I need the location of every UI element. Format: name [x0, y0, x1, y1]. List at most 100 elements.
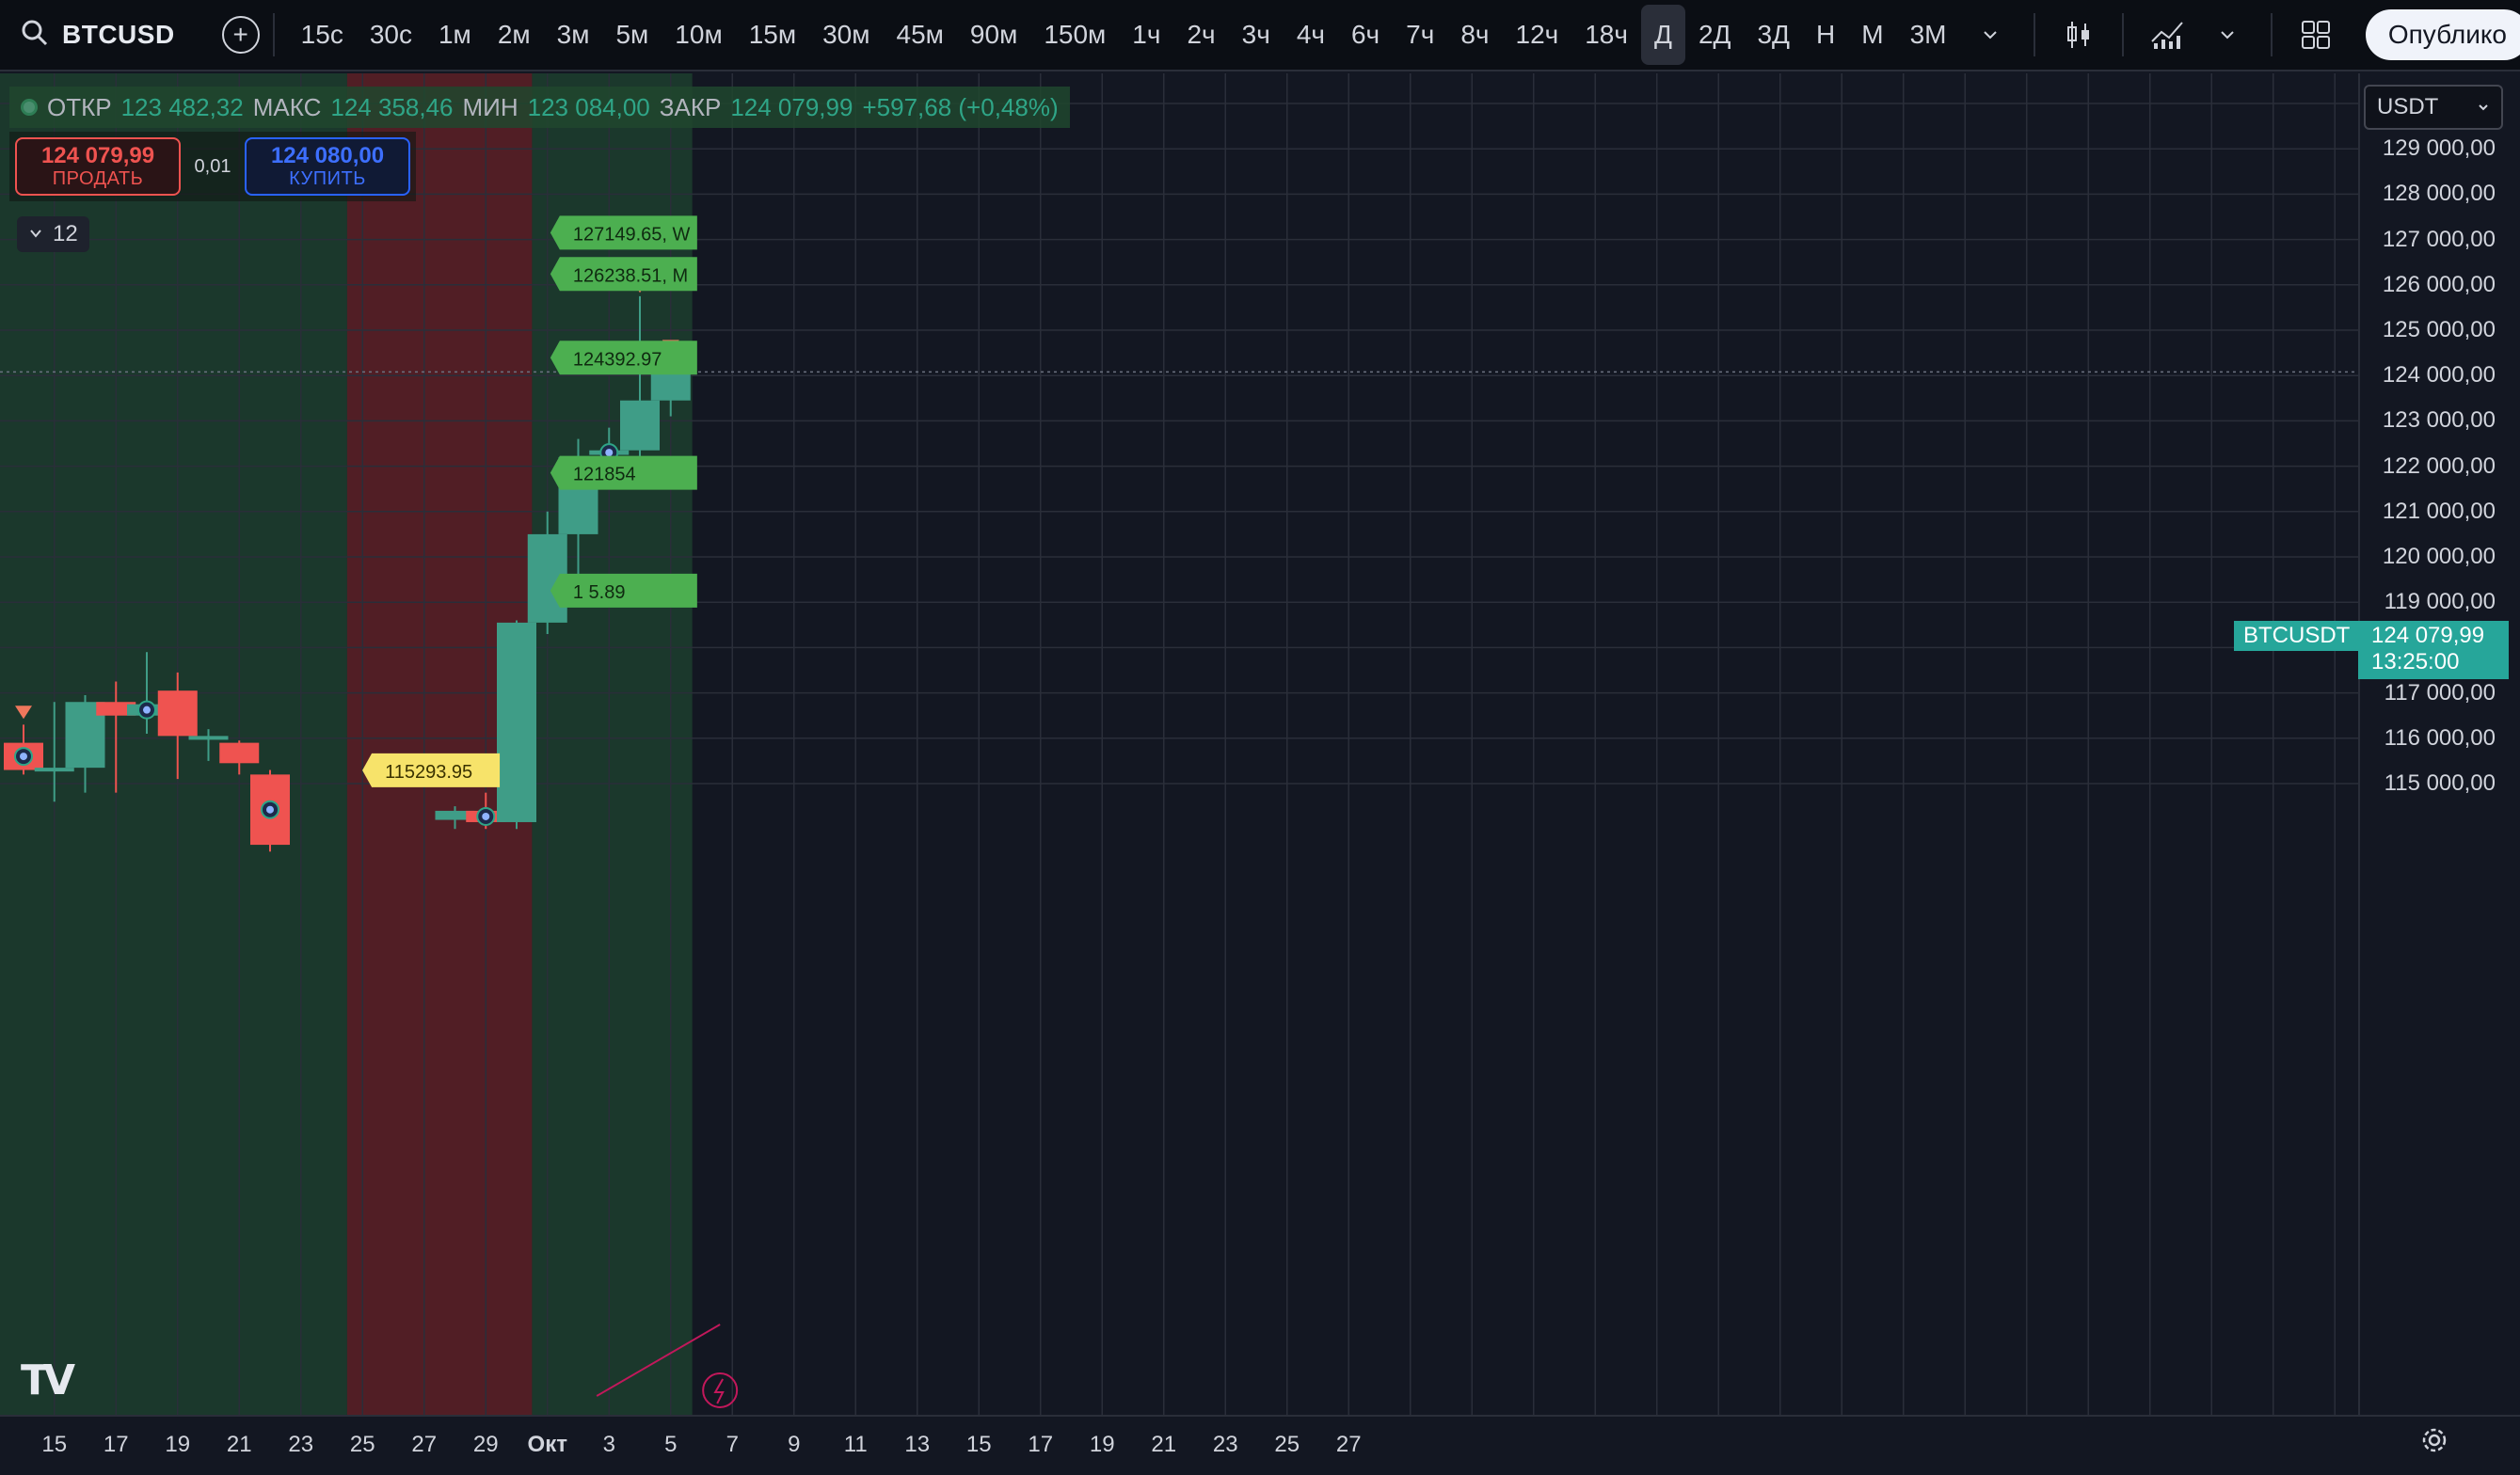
high-label: МАКС — [252, 92, 322, 121]
interval-17[interactable]: 7ч — [1393, 5, 1447, 65]
interval-1[interactable]: 30с — [357, 5, 425, 65]
indicators-icon[interactable] — [2146, 14, 2188, 56]
currency-value: USDT — [2377, 94, 2439, 119]
chevron-down-icon[interactable] — [2207, 14, 2248, 56]
market-status-icon — [21, 99, 38, 116]
interval-5[interactable]: 5м — [602, 5, 662, 65]
price-level-label: 1 5.89 — [550, 573, 697, 608]
toolbar-divider — [272, 13, 275, 56]
interval-20[interactable]: 18ч — [1571, 5, 1641, 65]
candle-body — [497, 622, 536, 822]
time-tick-label: 23 — [1212, 1432, 1238, 1457]
interval-8[interactable]: 30м — [809, 5, 883, 65]
close-value: 124 079,99 — [730, 92, 853, 121]
ohlc-legend: ОТКР 123 482,32 МАКС 124 358,46 МИН 123 … — [9, 87, 1070, 128]
interval-0[interactable]: 15с — [288, 5, 357, 65]
currency-select[interactable]: USDT — [2364, 85, 2503, 130]
buy-price: 124 080,00 — [270, 143, 385, 168]
time-tick-label: 17 — [103, 1432, 129, 1457]
trade-panel: 124 079,99 ПРОДАТЬ 0,01 124 080,00 КУПИТ… — [9, 132, 416, 201]
interval-22[interactable]: 2Д — [1685, 5, 1745, 65]
interval-15[interactable]: 4ч — [1284, 5, 1338, 65]
candle-body — [157, 690, 198, 737]
candle-body — [620, 400, 660, 451]
candle-body — [188, 736, 229, 740]
tradingview-logo[interactable]: TV — [21, 1356, 75, 1404]
interval-26[interactable]: 3М — [1897, 5, 1960, 65]
compare-add-icon[interactable]: + — [221, 16, 260, 54]
time-tick-label: 19 — [165, 1432, 191, 1457]
interval-3[interactable]: 2м — [485, 5, 544, 65]
price-tick-label: 126 000,00 — [2382, 271, 2496, 297]
indicators-count: 12 — [53, 221, 78, 246]
interval-21[interactable]: Д — [1640, 5, 1685, 65]
high-value: 124 358,46 — [330, 92, 454, 121]
interval-19[interactable]: 12ч — [1503, 5, 1572, 65]
price-tick-label: 121 000,00 — [2382, 498, 2496, 524]
event-marker-dot — [605, 449, 614, 457]
search-icon — [21, 19, 49, 52]
indicators-toggle[interactable]: 12 — [17, 216, 89, 252]
lightning-bolt — [713, 1378, 725, 1404]
candle-body — [34, 768, 74, 772]
time-tick-label: 7 — [726, 1432, 739, 1457]
open-label: ОТКР — [47, 92, 112, 121]
interval-13[interactable]: 2ч — [1173, 5, 1228, 65]
layout-grid-icon[interactable] — [2295, 14, 2337, 56]
candle-body — [650, 371, 691, 401]
last-price-symbol-tag: BTCUSDT — [2234, 621, 2360, 651]
time-tick-label: 9 — [788, 1432, 801, 1457]
interval-24[interactable]: Н — [1803, 5, 1848, 65]
low-label: МИН — [462, 92, 518, 121]
price-chart[interactable]: 127149.65, W 126238.51, M 124392.97 121854 1… — [0, 73, 2358, 1415]
time-tick-label: 29 — [472, 1432, 499, 1457]
change-value: +597,68 (+0,48%) — [862, 92, 1059, 121]
interval-14[interactable]: 3ч — [1229, 5, 1284, 65]
interval-11[interactable]: 150м — [1030, 5, 1119, 65]
event-marker-dot — [20, 753, 27, 761]
time-scale[interactable]: 15 17 19 21 23 25 27 29 Окт 3 5 7 9 11 13 15 17 19 21 23 25 2… — [0, 1415, 2520, 1475]
bar-countdown: 13:25:00 — [2371, 649, 2460, 674]
event-marker-dot — [143, 706, 151, 714]
time-tick-label: 23 — [288, 1432, 314, 1457]
price-level-text: 124392.97 — [573, 349, 662, 370]
zone-bull-1 — [0, 73, 347, 1415]
chevron-down-icon[interactable] — [1970, 14, 2011, 56]
interval-25[interactable]: М — [1848, 5, 1896, 65]
interval-7[interactable]: 15м — [736, 5, 809, 65]
time-tick-label: 15 — [965, 1432, 992, 1457]
buy-button[interactable]: 124 080,00 КУПИТЬ — [245, 137, 410, 196]
candles-style-icon[interactable] — [2058, 14, 2099, 56]
interval-18[interactable]: 8ч — [1447, 5, 1502, 65]
price-tick-label: 116 000,00 — [2384, 724, 2496, 751]
settings-icon[interactable] — [2420, 1426, 2448, 1462]
interval-12[interactable]: 1ч — [1119, 5, 1173, 65]
interval-9[interactable]: 45м — [884, 5, 957, 65]
time-tick-label: 3 — [602, 1432, 615, 1457]
interval-10[interactable]: 90м — [957, 5, 1030, 65]
toolbar-divider — [2033, 13, 2035, 56]
interval-2[interactable]: 1м — [425, 5, 485, 65]
time-tick-label: 21 — [1151, 1432, 1177, 1457]
price-tick-label: 115 000,00 — [2384, 770, 2496, 796]
sell-button[interactable]: 124 079,99 ПРОДАТЬ — [15, 137, 181, 196]
price-scale[interactable]: 130 000,00129 000,00128 000,00127 000,00… — [2358, 73, 2520, 1415]
publish-button[interactable]: Опублико — [2365, 9, 2520, 60]
toolbar-divider — [2270, 13, 2273, 56]
sell-label: ПРОДАТЬ — [52, 168, 144, 189]
price-tick-label: 123 000,00 — [2382, 407, 2496, 434]
symbol-search[interactable]: BTCUSD — [0, 0, 196, 70]
price-level-label: 124392.97 — [550, 341, 697, 375]
interval-23[interactable]: 3Д — [1744, 5, 1803, 65]
price-level-label: 127149.65, W — [550, 215, 697, 250]
interval-4[interactable]: 3м — [544, 5, 603, 65]
chart-pane[interactable]: 127149.65, W 126238.51, M 124392.97 121854 1… — [0, 73, 2358, 1415]
interval-6[interactable]: 10м — [662, 5, 735, 65]
price-tick-label: 122 000,00 — [2382, 452, 2496, 479]
price-tick-label: 124 000,00 — [2382, 362, 2496, 389]
candle-body — [219, 742, 260, 764]
interval-16[interactable]: 6ч — [1338, 5, 1393, 65]
price-tick-label: 120 000,00 — [2382, 544, 2496, 569]
time-tick-label: 13 — [904, 1432, 931, 1457]
trading-chart-app: BTCUSD + 15с 30с 1м 2м 3м 5м 10м 15м 30м 45м 90м 15… — [0, 0, 2520, 1475]
